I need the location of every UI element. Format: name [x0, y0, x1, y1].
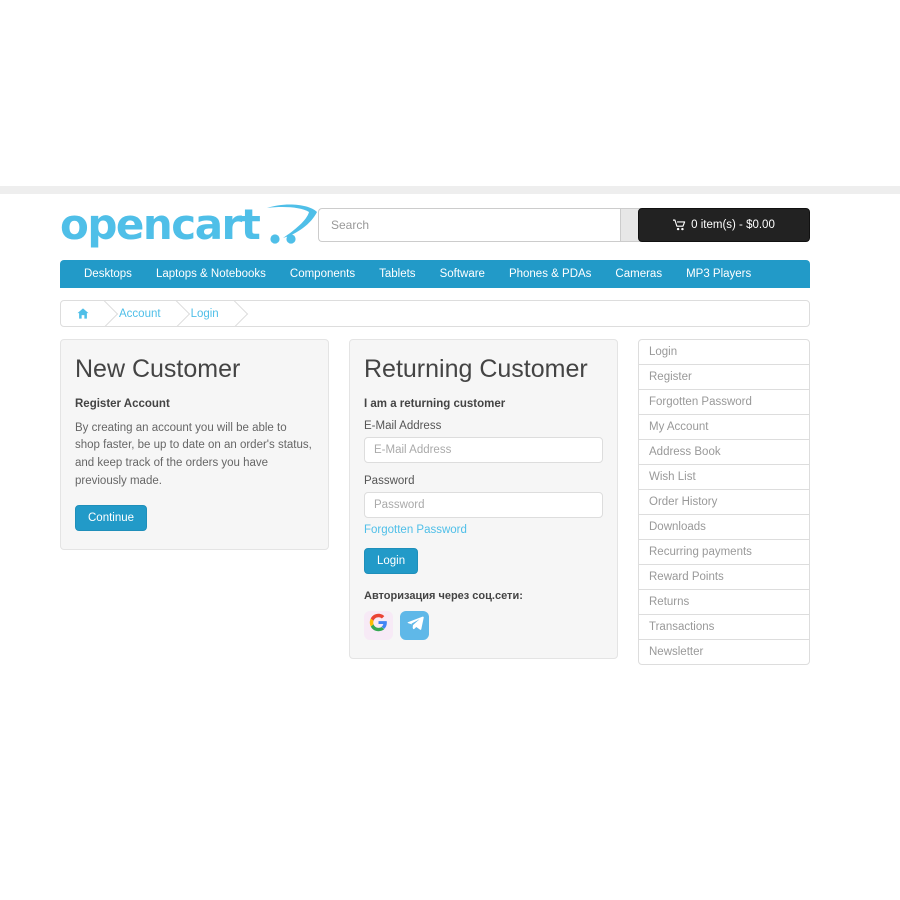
sidebar-item-address-book[interactable]: Address Book [639, 440, 809, 465]
returning-customer-heading: Returning Customer [364, 355, 588, 383]
sidebar-item-login[interactable]: Login [639, 340, 809, 365]
email-input[interactable] [364, 436, 603, 463]
password-label: Password [364, 474, 415, 487]
nav-item-cameras[interactable]: Cameras [603, 260, 674, 288]
nav-item-phones-pdas[interactable]: Phones & PDAs [497, 260, 603, 288]
page-root: opencart Search 0 item(s) - $0.00 Deskto… [0, 0, 900, 900]
cart-button[interactable]: 0 item(s) - $0.00 [638, 208, 810, 242]
google-login-button[interactable] [364, 610, 393, 640]
telegram-icon [406, 614, 424, 637]
home-icon [77, 308, 89, 319]
continue-button[interactable]: Continue [75, 504, 148, 531]
page-container: opencart Search 0 item(s) - $0.00 Deskto… [60, 194, 810, 665]
shopping-cart-swoosh-icon [265, 202, 321, 246]
top-band [0, 186, 900, 194]
nav-item-mp3-players[interactable]: MP3 Players [674, 260, 763, 288]
logo-text: opencart [60, 200, 261, 249]
nav-item-software[interactable]: Software [428, 260, 497, 288]
email-form-group: E-Mail Address [364, 420, 603, 463]
breadcrumb: Account Login [60, 300, 810, 327]
telegram-login-button[interactable] [400, 610, 429, 640]
site-header: opencart Search 0 item(s) - $0.00 [60, 194, 810, 260]
new-customer-heading: New Customer [75, 355, 241, 383]
sidebar-item-downloads[interactable]: Downloads [639, 515, 809, 540]
returning-customer-subheading: I am a returning customer [364, 397, 506, 410]
new-customer-panel: New Customer Register Account By creatin… [60, 339, 329, 550]
account-sidebar: Login Register Forgotten Password My Acc… [638, 339, 810, 665]
site-logo[interactable]: opencart [60, 202, 321, 246]
sidebar-item-recurring-payments[interactable]: Recurring payments [639, 540, 809, 565]
password-input[interactable] [364, 491, 603, 518]
new-customer-description: By creating an account you will be able … [75, 421, 312, 487]
sidebar-item-register[interactable]: Register [639, 365, 809, 390]
password-form-group: Password [364, 475, 603, 518]
sidebar-item-forgotten-password[interactable]: Forgotten Password [639, 390, 809, 415]
nav-item-tablets[interactable]: Tablets [367, 260, 427, 288]
login-button[interactable]: Login [364, 547, 419, 574]
main-content: New Customer Register Account By creatin… [60, 339, 810, 665]
nav-item-laptops-notebooks[interactable]: Laptops & Notebooks [144, 260, 278, 288]
cart-label: 0 item(s) - $0.00 [691, 219, 775, 231]
register-account-subheading: Register Account [75, 397, 170, 410]
social-login-row [364, 610, 603, 640]
sidebar-item-order-history[interactable]: Order History [639, 490, 809, 515]
search-bar [318, 208, 678, 242]
nav-item-desktops[interactable]: Desktops [72, 260, 144, 288]
sidebar-item-wish-list[interactable]: Wish List [639, 465, 809, 490]
breadcrumb-home[interactable] [63, 301, 105, 326]
main-navigation: Desktops Laptops & Notebooks Components … [60, 260, 810, 288]
sidebar-item-returns[interactable]: Returns [639, 590, 809, 615]
breadcrumb-login[interactable]: Login [177, 301, 235, 326]
sidebar-item-my-account[interactable]: My Account [639, 415, 809, 440]
breadcrumb-account[interactable]: Account [105, 301, 177, 326]
search-input[interactable] [318, 208, 620, 242]
email-label: E-Mail Address [364, 419, 442, 432]
social-login-label: Авторизация через соц.сети: [364, 589, 523, 602]
nav-item-components[interactable]: Components [278, 260, 367, 288]
cart-icon [673, 219, 686, 231]
sidebar-item-transactions[interactable]: Transactions [639, 615, 809, 640]
google-icon [369, 613, 388, 637]
forgotten-password-link[interactable]: Forgotten Password [364, 524, 467, 536]
sidebar-item-newsletter[interactable]: Newsletter [639, 640, 809, 664]
returning-customer-panel: Returning Customer I am a returning cust… [349, 339, 618, 659]
sidebar-item-reward-points[interactable]: Reward Points [639, 565, 809, 590]
